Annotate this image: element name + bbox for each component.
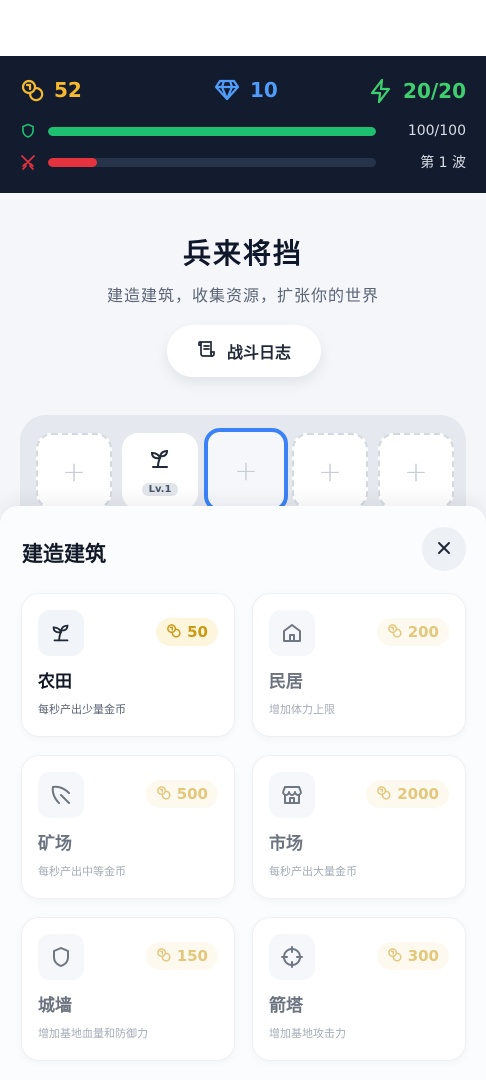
- coins-icon: [156, 947, 171, 966]
- empty-slot[interactable]: +: [292, 433, 368, 509]
- building-name: 市场: [269, 834, 303, 854]
- building-card-house[interactable]: 200 民居 增加体力上限: [252, 593, 466, 737]
- crosshair-icon: [269, 934, 315, 980]
- status-bar: 52 10 20/20 100/100 第 1 波: [0, 56, 486, 193]
- building-card-wall[interactable]: 150 城墙 增加基地血量和防御力: [21, 917, 235, 1061]
- plus-icon: +: [318, 454, 342, 488]
- coins-icon: [387, 623, 402, 642]
- gem-value: 10: [250, 78, 278, 102]
- house-icon: [269, 610, 315, 656]
- cost-value: 300: [407, 947, 439, 965]
- cost-badge: 500: [145, 780, 218, 808]
- shield-icon: [20, 123, 36, 139]
- shield-icon: [38, 934, 84, 980]
- battle-log-button[interactable]: 战斗日志: [167, 325, 321, 377]
- wave-bar-row: 第 1 波: [20, 153, 466, 171]
- pickaxe-icon: [38, 772, 84, 818]
- wave-bar: [48, 157, 376, 167]
- level-badge: Lv.1: [141, 483, 179, 496]
- building-name: 城墙: [38, 996, 72, 1016]
- empty-slot[interactable]: +: [36, 433, 112, 509]
- coins-icon: [20, 78, 44, 102]
- building-card-farm[interactable]: 50 农田 每秒产出少量金币: [21, 593, 235, 737]
- swords-icon: [20, 154, 36, 170]
- coins-icon: [156, 785, 171, 804]
- energy-counter: 20/20: [369, 78, 466, 104]
- store-icon: [269, 772, 315, 818]
- gem-icon: [214, 78, 240, 102]
- hp-bar-row: 100/100: [20, 122, 466, 140]
- hp-bar: [48, 126, 376, 136]
- gold-counter: 52: [20, 78, 82, 102]
- building-desc: 每秒产出中等金币: [38, 865, 126, 878]
- sprout-icon: [147, 446, 173, 479]
- coins-icon: [376, 785, 391, 804]
- page-subtitle: 建造建筑，收集资源，扩张你的世界: [106, 286, 379, 305]
- wave-bar-fill: [48, 157, 98, 167]
- coins-icon: [166, 623, 181, 642]
- cost-value: 200: [407, 623, 439, 641]
- cost-value: 50: [187, 623, 208, 641]
- cost-value: 2000: [397, 785, 439, 803]
- building-desc: 增加体力上限: [269, 703, 335, 716]
- scroll-icon: [197, 339, 217, 363]
- building-card-market[interactable]: 2000 市场 每秒产出大量金币: [252, 755, 466, 899]
- plus-icon: +: [234, 453, 258, 487]
- hp-text: 100/100: [407, 123, 466, 139]
- gold-value: 52: [54, 78, 82, 102]
- gem-counter: 10: [214, 78, 278, 102]
- hp-bar-fill: [48, 126, 376, 136]
- battle-log-label: 战斗日志: [226, 343, 291, 362]
- cost-badge: 300: [376, 942, 449, 970]
- energy-value: 20/20: [403, 79, 466, 103]
- cost-badge: 2000: [366, 780, 449, 808]
- wave-text: 第 1 波: [420, 155, 466, 171]
- cost-badge: 50: [156, 618, 218, 646]
- building-name: 农田: [38, 672, 72, 692]
- building-desc: 每秒产出大量金币: [269, 865, 357, 878]
- sheet-title: 建造建筑: [22, 542, 106, 566]
- cost-value: 150: [176, 947, 208, 965]
- sprout-icon: [38, 610, 84, 656]
- building-card-tower[interactable]: 300 箭塔 增加基地攻击力: [252, 917, 466, 1061]
- plus-icon: +: [404, 454, 428, 488]
- close-icon: [437, 540, 451, 559]
- empty-slot[interactable]: +: [378, 433, 454, 509]
- farm-slot[interactable]: Lv.1: [122, 433, 198, 509]
- page-title: 兵来将挡: [182, 237, 303, 270]
- building-card-mine[interactable]: 500 矿场 每秒产出中等金币: [21, 755, 235, 899]
- building-desc: 增加基地攻击力: [269, 1027, 346, 1040]
- cost-value: 500: [176, 785, 208, 803]
- coins-icon: [387, 947, 402, 966]
- selected-slot[interactable]: +: [204, 428, 288, 512]
- lightning-icon: [369, 78, 393, 104]
- close-button[interactable]: [422, 527, 466, 571]
- building-name: 民居: [269, 672, 303, 692]
- build-sheet: 建造建筑 50 农田 每秒产出少量金币 200 民居 增加体力上限 500 矿场…: [0, 506, 486, 1080]
- building-desc: 增加基地血量和防御力: [38, 1027, 148, 1040]
- building-name: 箭塔: [269, 996, 303, 1016]
- building-name: 矿场: [38, 834, 72, 854]
- cost-badge: 150: [145, 942, 218, 970]
- resource-row: 52 10 20/20: [20, 78, 466, 108]
- building-desc: 每秒产出少量金币: [38, 703, 126, 716]
- plus-icon: +: [62, 454, 86, 488]
- cost-badge: 200: [376, 618, 449, 646]
